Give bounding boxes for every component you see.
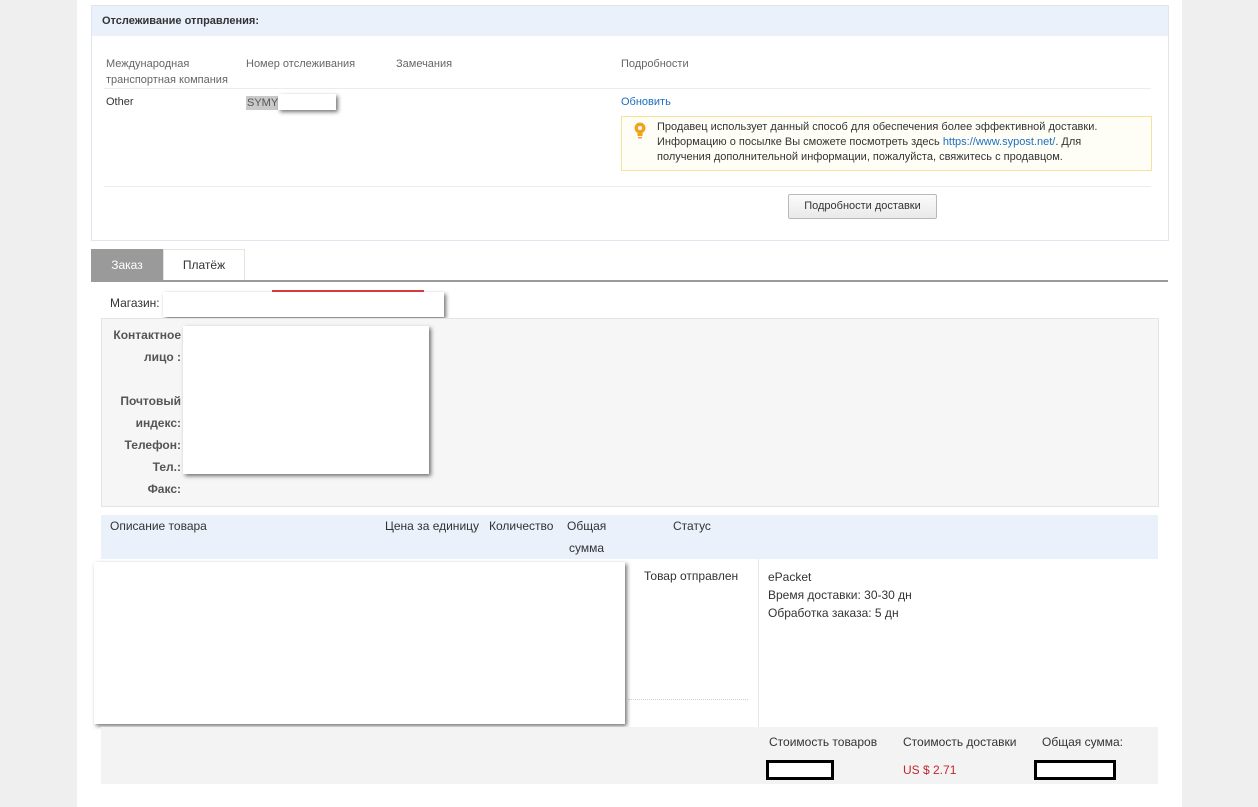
delivery-details-button[interactable]: Подробности доставки bbox=[788, 194, 937, 219]
redaction-box bbox=[278, 94, 336, 110]
delivery-time: Время доставки: 30-30 дн bbox=[768, 588, 912, 602]
tracking-header: Отслеживание отправления: bbox=[92, 6, 1168, 36]
column-carrier: Международная транспортная компания bbox=[106, 58, 228, 86]
seller-notice: Продавец использует данный способ для об… bbox=[621, 116, 1152, 171]
column-details: Подробности bbox=[621, 58, 689, 70]
shipping-cost-label: Стоимость доставки bbox=[903, 735, 1017, 749]
column-tracking-number: Номер отслеживания bbox=[246, 58, 356, 70]
column-remarks: Замечания bbox=[396, 58, 453, 70]
tracking-title: Отслеживание отправления: bbox=[102, 15, 259, 27]
redaction-box bbox=[1034, 760, 1116, 780]
product-table-header bbox=[101, 515, 1158, 559]
tab-payment[interactable]: Платёж bbox=[163, 249, 245, 281]
header-quantity: Количество bbox=[489, 519, 554, 533]
tracking-number[interactable]: SYMY bbox=[246, 96, 280, 110]
sypost-link[interactable]: https://www.sypost.net/ bbox=[943, 136, 1056, 148]
redaction-box bbox=[766, 760, 834, 780]
redaction-box bbox=[163, 292, 444, 317]
fax-label: Факс: bbox=[147, 482, 181, 496]
zip-label-1: Почтовый bbox=[120, 394, 181, 408]
tab-underline bbox=[91, 280, 1168, 282]
header-description: Описание товара bbox=[110, 519, 207, 533]
divider bbox=[104, 186, 1151, 187]
total-label: Общая сумма: bbox=[1042, 735, 1123, 749]
header-unit-price: Цена за единицу bbox=[385, 519, 480, 533]
shipping-info: ePacket Время доставки: 30-30 дн Обработ… bbox=[768, 568, 912, 622]
processing-time: Обработка заказа: 5 дн bbox=[768, 606, 899, 620]
contact-person-label-2: лицо : bbox=[143, 350, 181, 364]
column-divider bbox=[758, 559, 759, 727]
tracking-number-prefix: SYMY bbox=[247, 97, 279, 109]
divider bbox=[104, 88, 1151, 89]
zip-label-2: индекс: bbox=[135, 416, 181, 430]
shipping-cost-value: US $ 2.71 bbox=[903, 763, 957, 777]
order-status: Товар отправлен bbox=[644, 569, 739, 583]
carrier-value: Other bbox=[106, 96, 134, 108]
header-total-2: сумма bbox=[569, 541, 605, 555]
header-status: Статус bbox=[673, 519, 711, 533]
redaction-box bbox=[94, 562, 625, 724]
goods-cost-label: Стоимость товаров bbox=[769, 735, 878, 749]
phone-label: Телефон: bbox=[124, 438, 181, 452]
store-label: Магазин: bbox=[110, 296, 160, 310]
tel-label: Тел.: bbox=[152, 460, 181, 474]
redaction-box bbox=[183, 326, 429, 474]
refresh-link[interactable]: Обновить bbox=[621, 96, 671, 108]
lightbulb-icon bbox=[634, 122, 646, 139]
header-total-1: Общая bbox=[567, 519, 607, 533]
tab-order[interactable]: Заказ bbox=[91, 249, 163, 281]
dotted-divider bbox=[628, 699, 748, 700]
shipping-method: ePacket bbox=[768, 570, 812, 584]
notice-text: Продавец использует данный способ для об… bbox=[657, 120, 1137, 165]
contact-person-label-1: Контактное bbox=[113, 328, 181, 342]
